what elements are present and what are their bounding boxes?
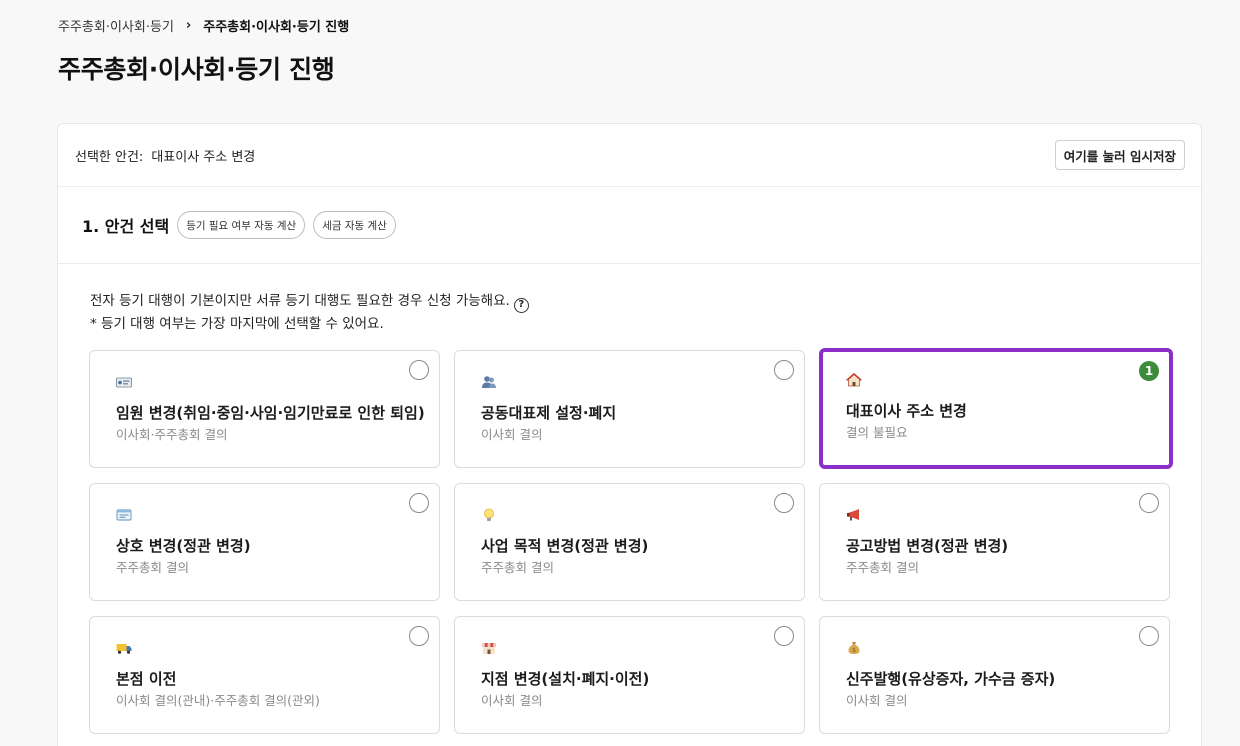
agenda-card-business-purpose-change[interactable]: 사업 목적 변경(정관 변경) 주주총회 결의 — [454, 483, 805, 601]
megaphone-icon — [847, 509, 859, 521]
card-title: 대표이사 주소 변경 — [846, 402, 967, 420]
chip-registration-auto-calc: 등기 필요 여부 자동 계산 — [177, 211, 306, 239]
card-title: 지점 변경(설치·폐지·이전) — [481, 670, 650, 688]
agenda-card-branch-change[interactable]: 지점 변경(설치·폐지·이전) 이사회 결의 — [454, 616, 805, 734]
chip-tax-auto-calc: 세금 자동 계산 — [313, 211, 396, 239]
agenda-panel: 선택한 안건: 대표이사 주소 변경 여기를 눌러 임시저장 1. 안건 선택 … — [57, 123, 1202, 746]
radio-button[interactable] — [409, 493, 429, 513]
people-icon — [482, 376, 496, 388]
radio-button[interactable] — [1139, 626, 1159, 646]
agenda-card-new-share-issuance[interactable]: $ 신주발행(유상증자, 가수금 증자) 이사회 결의 — [819, 616, 1170, 734]
agenda-card-trade-name-change[interactable]: 상호 변경(정관 변경) 주주총회 결의 — [89, 483, 440, 601]
radio-button[interactable] — [774, 493, 794, 513]
note-line-1-text: 전자 등기 대행이 기본이지만 서류 등기 대행도 필요한 경우 신청 가능해요… — [90, 293, 510, 309]
notes: 전자 등기 대행이 기본이지만 서류 등기 대행도 필요한 경우 신청 가능해요… — [90, 290, 529, 335]
breadcrumb-separator: › — [185, 18, 192, 33]
selected-agenda-label: 선택한 안건: — [75, 149, 144, 165]
selected-agenda-bar: 선택한 안건: 대표이사 주소 변경 여기를 눌러 임시저장 — [58, 124, 1201, 187]
selection-count-badge: 1 — [1139, 361, 1159, 381]
radio-button[interactable] — [774, 360, 794, 380]
breadcrumb-parent[interactable]: 주주총회·이사회·등기 — [58, 16, 174, 35]
card-title: 신주발행(유상증자, 가수금 증자) — [846, 670, 1056, 688]
card-subtitle: 이사회 결의(관내)·주주총회 결의(관외) — [116, 693, 320, 708]
card-title: 공고방법 변경(정관 변경) — [846, 537, 1009, 555]
money-bag-icon: $ — [848, 642, 860, 654]
card-subtitle: 이사회 결의 — [846, 693, 908, 708]
section-header: 1. 안건 선택 등기 필요 여부 자동 계산 세금 자동 계산 — [58, 187, 1201, 264]
agenda-card-co-representative[interactable]: 공동대표제 설정·폐지 이사회 결의 — [454, 350, 805, 468]
note-line-2: * 등기 대행 여부는 가장 마지막에 선택할 수 있어요. — [90, 315, 384, 332]
selected-agenda-value: 대표이사 주소 변경 — [151, 149, 256, 165]
truck-icon — [116, 644, 132, 654]
agenda-card-public-notice-change[interactable]: 공고방법 변경(정관 변경) 주주총회 결의 — [819, 483, 1170, 601]
house-icon — [846, 373, 862, 387]
card-subtitle: 이사회 결의 — [481, 693, 543, 708]
breadcrumb: 주주총회·이사회·등기 › 주주총회·이사회·등기 진행 — [58, 16, 349, 35]
card-title: 본점 이전 — [116, 670, 177, 688]
radio-button[interactable] — [409, 626, 429, 646]
help-icon[interactable]: ? — [513, 297, 529, 313]
card-title: 공동대표제 설정·폐지 — [481, 404, 617, 422]
card-subtitle: 주주총회 결의 — [481, 560, 554, 575]
temp-save-button[interactable]: 여기를 눌러 임시저장 — [1054, 140, 1185, 170]
agenda-card-head-office-relocation[interactable]: 본점 이전 이사회 결의(관내)·주주총회 결의(관외) — [89, 616, 440, 734]
card-title: 임원 변경(취임·중임·사임·임기만료로 인한 퇴임) — [116, 404, 425, 422]
radio-button[interactable] — [774, 626, 794, 646]
page-title: 주주총회·이사회·등기 진행 — [58, 55, 335, 84]
lightbulb-icon — [484, 508, 494, 521]
nameplate-icon — [116, 509, 132, 521]
breadcrumb-current: 주주총회·이사회·등기 진행 — [203, 20, 350, 35]
card-title: 상호 변경(정관 변경) — [116, 537, 251, 555]
store-icon — [482, 643, 496, 654]
section-title: 1. 안건 선택 — [82, 217, 170, 236]
svg-text:$: $ — [852, 647, 856, 654]
card-subtitle: 주주총회 결의 — [116, 560, 189, 575]
card-title: 사업 목적 변경(정관 변경) — [481, 537, 649, 555]
agenda-card-ceo-address-change[interactable]: 1 대표이사 주소 변경 결의 불필요 — [819, 348, 1173, 469]
note-line-1: 전자 등기 대행이 기본이지만 서류 등기 대행도 필요한 경우 신청 가능해요… — [90, 290, 529, 313]
agenda-card-officer-change[interactable]: 임원 변경(취임·중임·사임·임기만료로 인한 퇴임) 이사회·주주총회 결의 — [89, 350, 440, 468]
card-subtitle: 주주총회 결의 — [846, 560, 919, 575]
id-card-icon — [116, 377, 132, 388]
card-subtitle: 이사회 결의 — [481, 427, 543, 442]
card-subtitle: 이사회·주주총회 결의 — [116, 427, 228, 442]
radio-button[interactable] — [1139, 493, 1159, 513]
card-subtitle: 결의 불필요 — [846, 425, 908, 440]
radio-button[interactable] — [409, 360, 429, 380]
